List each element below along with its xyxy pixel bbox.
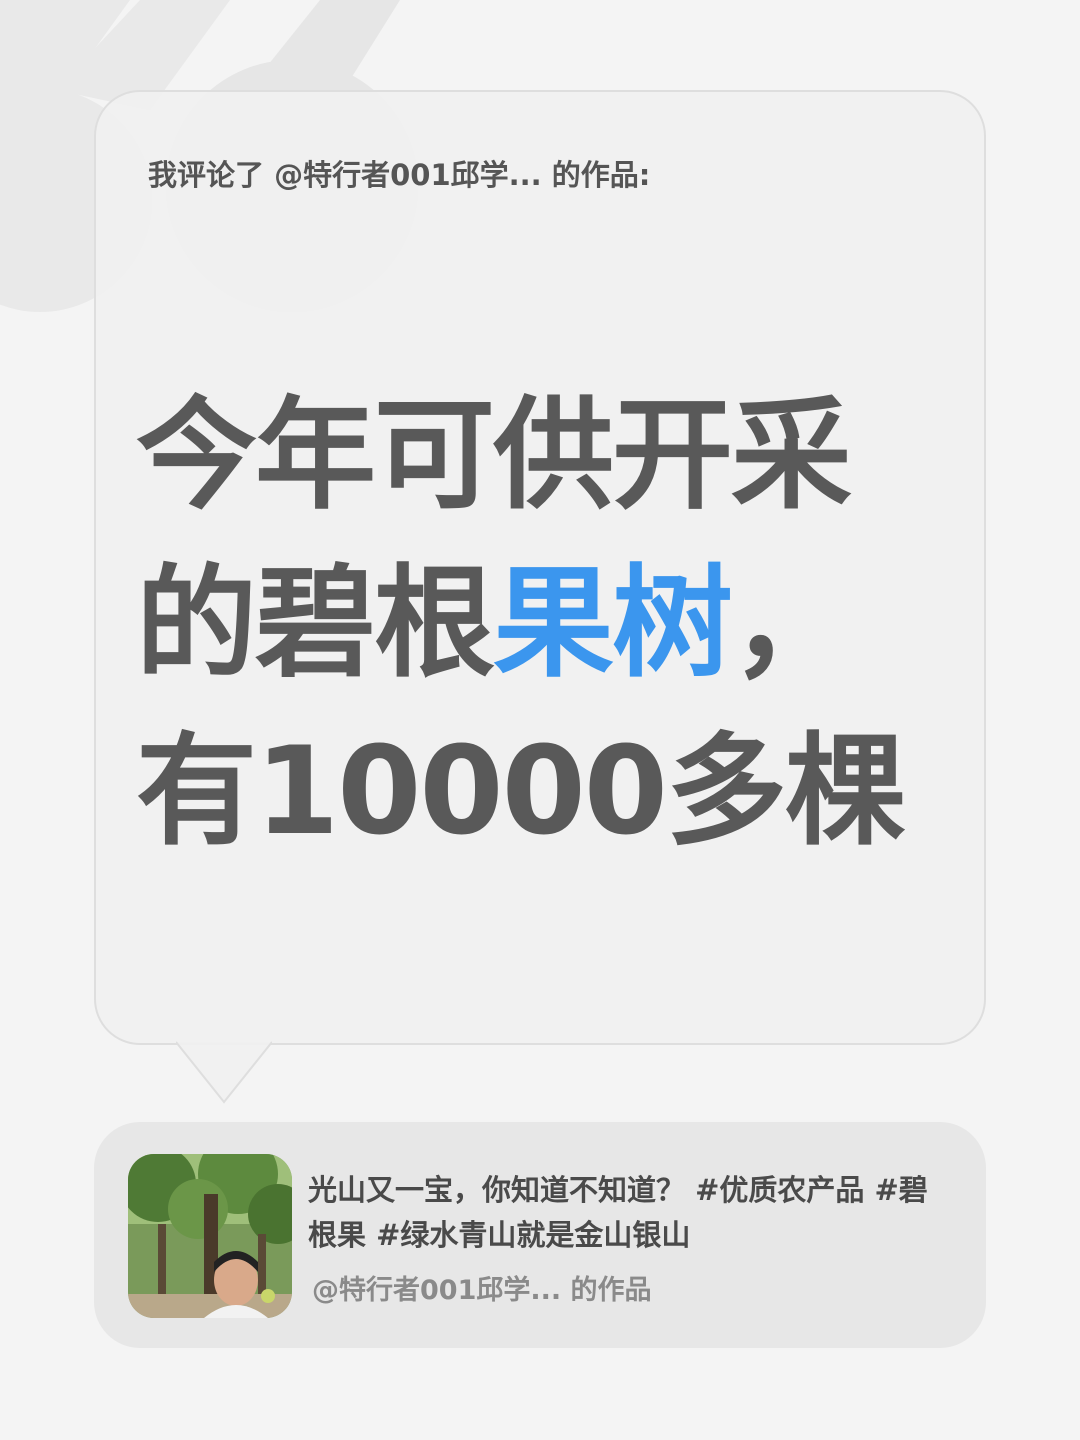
headline-line-2-suffix: ， [731, 553, 852, 694]
comment-headline: 今年可供开采 的碧根果树， 有10000多棵 [136, 372, 956, 876]
work-author[interactable]: @特行者001邱学... 的作品 [312, 1268, 652, 1307]
headline-line-2: 的碧根果树， [136, 540, 956, 708]
comment-header: 我评论了 @特行者001邱学... 的作品: [148, 158, 651, 192]
work-thumbnail[interactable] [128, 1154, 292, 1318]
headline-line-2-prefix: 的碧根 [136, 553, 495, 694]
work-title[interactable]: 光山又一宝，你知道不知道？ #优质农产品 #碧根果 #绿水青山就是金山银山 [308, 1168, 948, 1258]
person-under-tree-photo-icon [128, 1154, 292, 1318]
comment-share-page: 我评论了 @特行者001邱学... 的作品: 今年可供开采 的碧根果树， 有10… [0, 0, 1080, 1440]
headline-line-1: 今年可供开采 [136, 385, 852, 526]
bubble-tail [176, 1041, 272, 1104]
headline-line-3: 有10000多棵 [136, 721, 906, 862]
headline-highlight: 果树 [493, 553, 733, 694]
